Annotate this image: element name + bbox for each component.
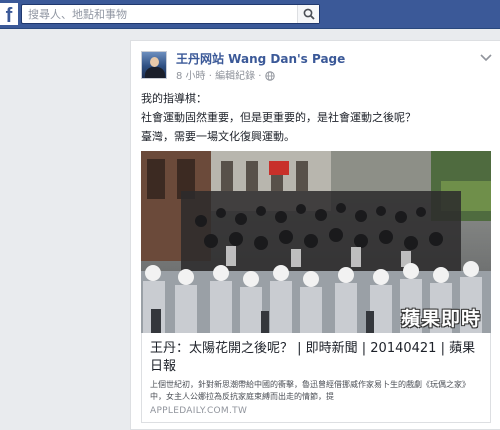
page-avatar[interactable] <box>141 51 167 79</box>
chevron-down-icon[interactable] <box>480 53 492 63</box>
search-bar <box>21 4 320 24</box>
search-button[interactable] <box>297 5 319 23</box>
link-title[interactable]: 王丹：太陽花開之後呢？ | 即時新聞 | 20140421 | 蘋果日報 <box>150 340 484 376</box>
top-navigation-bar: f <box>0 0 500 29</box>
post-text-line: 我的指導棋： <box>141 92 207 105</box>
feed-post: 王丹网站 Wang Dan's Page 8 小時 · 編輯紀錄 · 我的指導棋… <box>130 40 500 430</box>
post-text-line: 社會運動固然重要，但是更重要的，是社會運動之後呢？ <box>141 111 416 124</box>
meta-separator: · <box>205 71 216 82</box>
page-name-link[interactable]: 王丹网站 Wang Dan's Page <box>176 50 345 67</box>
link-description: 上個世紀初，針對新思潮帶給中國的衝擊，魯迅曾經借挪威作家易卜生的戲劇《玩偶之家》… <box>150 380 470 401</box>
edit-history-link[interactable]: 編輯紀錄 <box>215 71 255 82</box>
post-timestamp[interactable]: 8 小時 <box>176 71 206 82</box>
image-watermark: 蘋果即時 <box>400 308 481 330</box>
link-preview-image[interactable]: 蘋果即時 <box>141 151 491 333</box>
search-input[interactable] <box>22 5 298 23</box>
post-text-line: 臺灣，需要一場文化復興運動。 <box>141 130 295 143</box>
facebook-logo[interactable]: f <box>0 3 18 25</box>
globe-icon[interactable] <box>264 71 275 81</box>
link-preview-card[interactable]: 王丹：太陽花開之後呢？ | 即時新聞 | 20140421 | 蘋果日報 上個世… <box>141 333 491 423</box>
search-icon <box>303 8 315 20</box>
link-domain: APPLEDAILY.COM.TW <box>150 406 248 416</box>
post-meta: 8 小時 · 編輯紀錄 · <box>176 67 275 82</box>
